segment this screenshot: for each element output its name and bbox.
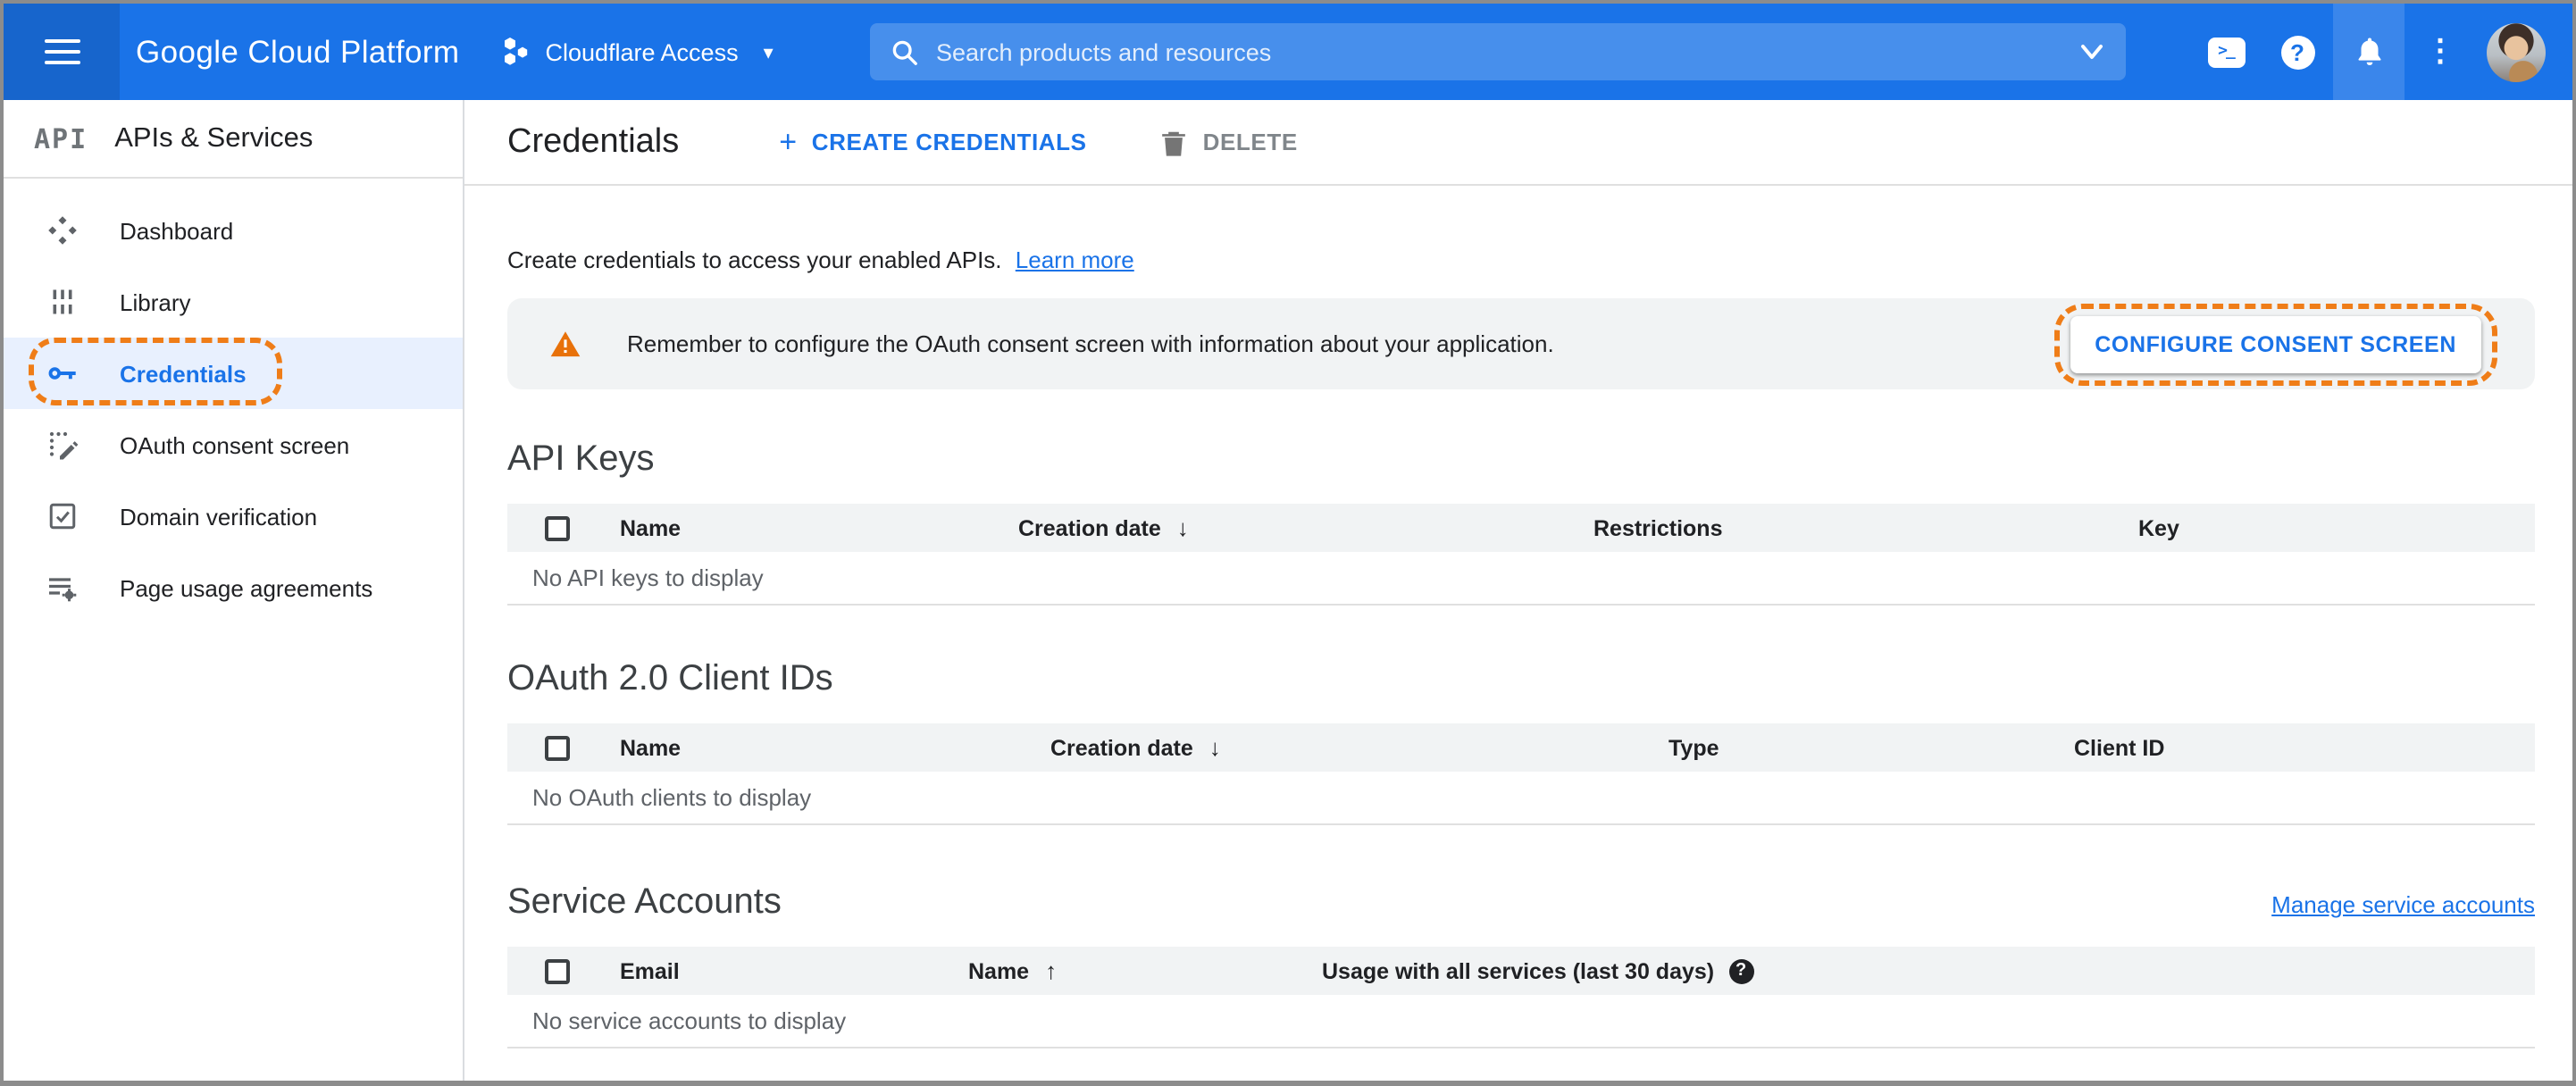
select-all-checkbox[interactable] xyxy=(545,735,570,760)
table-header-row: Name Creation date ↓ Restrictions Key xyxy=(507,504,2535,552)
service-accounts-section: Service Accounts Manage service accounts… xyxy=(507,882,2535,1048)
sort-desc-icon: ↓ xyxy=(1176,514,1189,541)
sidebar-item-label: Library xyxy=(120,288,191,315)
plus-icon: + xyxy=(779,124,798,158)
page-header: Credentials + CREATE CREDENTIALS DELETE xyxy=(464,100,2572,186)
sidebar-item-label: Dashboard xyxy=(120,217,234,244)
help-button[interactable]: ? xyxy=(2262,4,2333,100)
sidebar-item-page-usage-agreements[interactable]: Page usage agreements xyxy=(4,552,463,623)
sidebar-item-label: Credentials xyxy=(120,360,247,387)
table-header-row: Email Name ↑ Usage with all services (la… xyxy=(507,947,2535,995)
column-header-name[interactable]: Name xyxy=(620,735,1050,760)
sidebar-item-library[interactable]: Library xyxy=(4,266,463,338)
notifications-button[interactable] xyxy=(2333,4,2405,100)
delete-button[interactable]: DELETE xyxy=(1162,128,1298,156)
content: Create credentials to access your enable… xyxy=(464,246,2535,1048)
browser-viewport: Google Cloud Platform Cloudflare Access … xyxy=(0,0,2576,1086)
learn-more-link[interactable]: Learn more xyxy=(1016,246,1134,273)
warning-icon xyxy=(550,330,581,357)
project-selector[interactable]: Cloudflare Access ▾ xyxy=(502,36,774,68)
column-header-restrictions[interactable]: Restrictions xyxy=(1593,515,2138,540)
column-header-name[interactable]: Name ↑ xyxy=(968,957,1322,984)
more-vertical-icon: ⋮ xyxy=(2425,34,2455,68)
main-panel: Credentials + CREATE CREDENTIALS DELETE … xyxy=(464,100,2572,1081)
page-title: Credentials xyxy=(507,122,680,160)
table-header-row: Name Creation date ↓ Type Client ID xyxy=(507,723,2535,772)
empty-state-text: No service accounts to display xyxy=(507,995,2535,1048)
oauth-clients-table: Name Creation date ↓ Type Client ID No O… xyxy=(507,723,2535,825)
dashboard-icon xyxy=(46,214,79,246)
oauth-clients-section: OAuth 2.0 Client IDs Name Creation date … xyxy=(507,659,2535,825)
project-dropdown-icon: ▾ xyxy=(763,42,774,63)
sidebar-title: APIs & Services xyxy=(114,122,314,153)
select-all-checkbox[interactable] xyxy=(545,958,570,983)
topbar: Google Cloud Platform Cloudflare Access … xyxy=(4,4,2572,100)
sidebar-item-label: OAuth consent screen xyxy=(120,431,350,458)
bell-icon xyxy=(2357,38,2380,66)
column-header-email[interactable]: Email xyxy=(620,958,968,983)
column-header-client-id[interactable]: Client ID xyxy=(2074,735,2535,760)
column-header-name[interactable]: Name xyxy=(620,515,1018,540)
search-expand-chevron-icon[interactable] xyxy=(2079,43,2104,61)
service-accounts-table: Email Name ↑ Usage with all services (la… xyxy=(507,947,2535,1048)
help-icon: ? xyxy=(2280,35,2314,69)
account-avatar[interactable] xyxy=(2487,22,2546,81)
key-icon xyxy=(46,357,79,389)
topbar-actions: >_ ? ⋮ xyxy=(2190,4,2546,100)
search-bar[interactable] xyxy=(870,23,2126,80)
consent-screen-icon xyxy=(46,429,79,461)
sidebar-item-label: Domain verification xyxy=(120,503,318,530)
sidebar-item-domain-verification[interactable]: Domain verification xyxy=(4,480,463,552)
column-header-usage[interactable]: Usage with all services (last 30 days) ? xyxy=(1322,958,2535,983)
screen: Google Cloud Platform Cloudflare Access … xyxy=(0,0,2576,1086)
sidebar-item-oauth-consent-screen[interactable]: OAuth consent screen xyxy=(4,409,463,480)
api-logo-icon: API xyxy=(34,122,88,155)
library-icon xyxy=(46,286,79,318)
section-title: Service Accounts xyxy=(507,882,782,922)
sidebar-nav: Dashboard Library Credentials OAuth cons… xyxy=(4,179,463,623)
column-header-type[interactable]: Type xyxy=(1669,735,2074,760)
empty-state-text: No OAuth clients to display xyxy=(507,772,2535,825)
sidebar-header: API APIs & Services xyxy=(4,100,463,179)
banner-button-wrap: CONFIGURE CONSENT SCREEN xyxy=(2053,303,2497,385)
api-keys-table: Name Creation date ↓ Restrictions Key No… xyxy=(507,504,2535,606)
terminal-icon: >_ xyxy=(2207,37,2245,67)
column-header-key[interactable]: Key xyxy=(2138,515,2535,540)
banner-text: Remember to configure the OAuth consent … xyxy=(627,330,1554,357)
column-header-creation-date[interactable]: Creation date ↓ xyxy=(1018,514,1593,541)
search-icon xyxy=(892,39,917,64)
section-title: API Keys xyxy=(507,439,655,479)
empty-state-text: No API keys to display xyxy=(507,552,2535,606)
sort-asc-icon: ↑ xyxy=(1045,957,1058,984)
project-name: Cloudflare Access xyxy=(545,38,739,65)
api-keys-section: API Keys Name Creation date ↓ Restrictio… xyxy=(507,439,2535,606)
help-tooltip-icon[interactable]: ? xyxy=(1728,958,1754,983)
nav-drawer-toggle[interactable] xyxy=(4,4,120,100)
consent-warning-banner: Remember to configure the OAuth consent … xyxy=(507,298,2535,389)
column-header-creation-date[interactable]: Creation date ↓ xyxy=(1050,734,1669,761)
search-input[interactable] xyxy=(936,38,2079,65)
select-all-checkbox[interactable] xyxy=(545,515,570,540)
sidebar-item-dashboard[interactable]: Dashboard xyxy=(4,195,463,266)
more-options-button[interactable]: ⋮ xyxy=(2405,4,2476,100)
sort-desc-icon: ↓ xyxy=(1209,734,1221,761)
sidebar-item-label: Page usage agreements xyxy=(120,574,373,601)
hamburger-icon xyxy=(44,32,79,71)
configure-consent-screen-button[interactable]: CONFIGURE CONSENT SCREEN xyxy=(2070,315,2481,372)
sidebar: API APIs & Services Dashboard Library Cr… xyxy=(4,100,464,1081)
project-hexagons-icon xyxy=(505,38,528,65)
manage-service-accounts-link[interactable]: Manage service accounts xyxy=(2271,891,2535,918)
intro-text: Create credentials to access your enable… xyxy=(507,246,1134,273)
create-credentials-button[interactable]: + CREATE CREDENTIALS xyxy=(779,124,1086,160)
cloud-shell-button[interactable]: >_ xyxy=(2190,4,2262,100)
checkbox-check-icon xyxy=(46,500,79,532)
section-title: OAuth 2.0 Client IDs xyxy=(507,659,833,698)
trash-icon xyxy=(1162,130,1186,155)
sidebar-item-credentials[interactable]: Credentials xyxy=(4,338,463,409)
list-gear-icon xyxy=(46,572,79,604)
product-logo[interactable]: Google Cloud Platform xyxy=(136,33,459,71)
